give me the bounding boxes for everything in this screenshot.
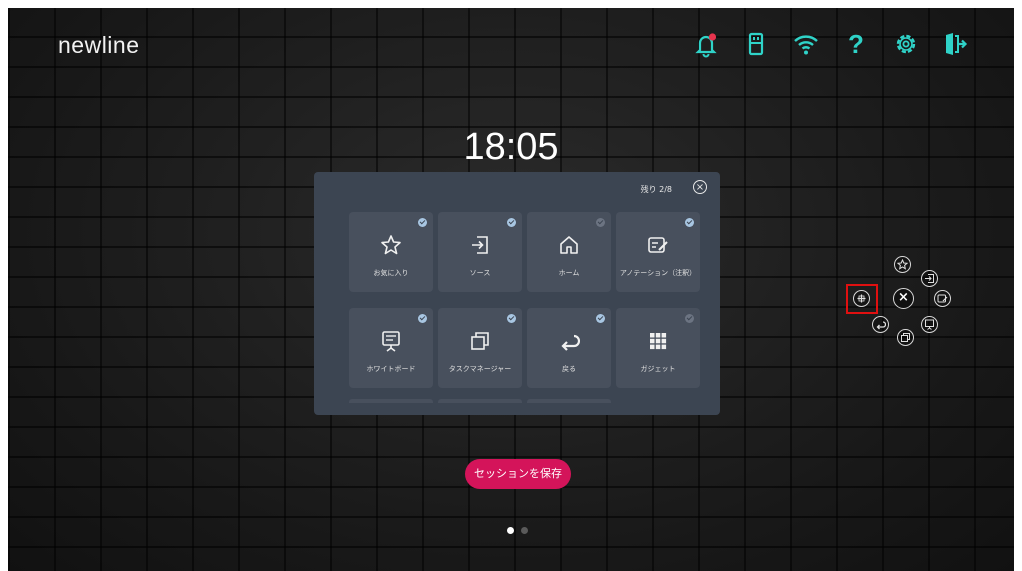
- back-arrow-icon: [561, 334, 580, 351]
- task-manager-icon: [901, 333, 910, 342]
- tile-whiteboard[interactable]: ホワイトボード: [349, 308, 433, 388]
- back-arrow-icon: [876, 321, 886, 330]
- tile-label: タスクマネージャー: [448, 365, 512, 373]
- check-icon[interactable]: [596, 218, 605, 227]
- source-input-icon: [472, 236, 488, 254]
- annotation-icon: [937, 294, 948, 303]
- desktop-screen: newline ? 18:05 残り 2/8 × お気に入り ソース ホーム ア…: [8, 8, 1014, 571]
- tile-back[interactable]: 戻る: [527, 308, 611, 388]
- tile-label: お気に入り: [373, 269, 409, 277]
- tile-partial: [349, 399, 433, 403]
- help-icon[interactable]: ?: [842, 30, 870, 58]
- tile-label: ソース: [469, 269, 491, 277]
- tile-home[interactable]: ホーム: [527, 212, 611, 292]
- check-icon[interactable]: [507, 314, 516, 323]
- home-icon: [560, 236, 578, 254]
- star-icon: [381, 235, 401, 255]
- float-source-button[interactable]: [921, 270, 938, 287]
- check-icon[interactable]: [418, 314, 427, 323]
- tile-task-manager[interactable]: タスクマネージャー: [438, 308, 522, 388]
- tile-favorites[interactable]: お気に入り: [349, 212, 433, 292]
- remaining-slots-text: 残り 2/8: [640, 185, 672, 194]
- tile-label: ホワイトボード: [366, 365, 416, 373]
- usb-icon[interactable]: [742, 30, 770, 58]
- tile-source[interactable]: ソース: [438, 212, 522, 292]
- float-menu-close-button[interactable]: ×: [893, 288, 914, 309]
- tile-label: アノテーション（注釈）: [619, 269, 697, 277]
- check-icon[interactable]: [685, 314, 694, 323]
- save-session-button[interactable]: セッションを保存: [465, 459, 571, 489]
- tile-label: ガジェット: [640, 365, 676, 373]
- float-back-button[interactable]: [872, 316, 889, 333]
- check-icon[interactable]: [596, 314, 605, 323]
- check-icon[interactable]: [418, 218, 427, 227]
- settings-icon[interactable]: [892, 30, 920, 58]
- float-task-manager-button[interactable]: [897, 329, 914, 346]
- exit-icon[interactable]: [940, 30, 968, 58]
- annotation-icon: [648, 237, 668, 253]
- source-input-icon: [925, 274, 934, 283]
- tile-label: ホーム: [558, 269, 580, 277]
- check-icon[interactable]: [685, 218, 694, 227]
- newline-logo: newline: [58, 32, 140, 58]
- panel-close-button[interactable]: ×: [693, 180, 707, 194]
- float-annotation-button[interactable]: [934, 290, 951, 307]
- notification-bell-icon[interactable]: [692, 30, 720, 58]
- float-favorites-button[interactable]: [894, 256, 911, 273]
- float-whiteboard-button[interactable]: [921, 316, 938, 333]
- shortcut-customize-panel: 残り 2/8 × お気に入り ソース ホーム アノテーション（注釈） ホワイトボ…: [314, 172, 720, 415]
- task-manager-icon: [471, 332, 489, 350]
- highlight-box: [846, 284, 878, 314]
- clock-time: 18:05: [463, 126, 559, 168]
- page-indicator-active[interactable]: [507, 527, 514, 534]
- wifi-icon[interactable]: [792, 30, 820, 58]
- gadget-grid-icon: [650, 333, 667, 350]
- tile-label: 戻る: [562, 365, 576, 373]
- whiteboard-icon: [925, 319, 934, 330]
- tile-partial: [527, 399, 611, 403]
- tile-partial: [438, 399, 522, 403]
- page-indicator[interactable]: [521, 527, 528, 534]
- tile-annotation[interactable]: アノテーション（注釈）: [616, 212, 700, 292]
- whiteboard-icon: [382, 331, 400, 352]
- star-icon: [897, 259, 908, 270]
- check-icon[interactable]: [507, 218, 516, 227]
- tile-gadget[interactable]: ガジェット: [616, 308, 700, 388]
